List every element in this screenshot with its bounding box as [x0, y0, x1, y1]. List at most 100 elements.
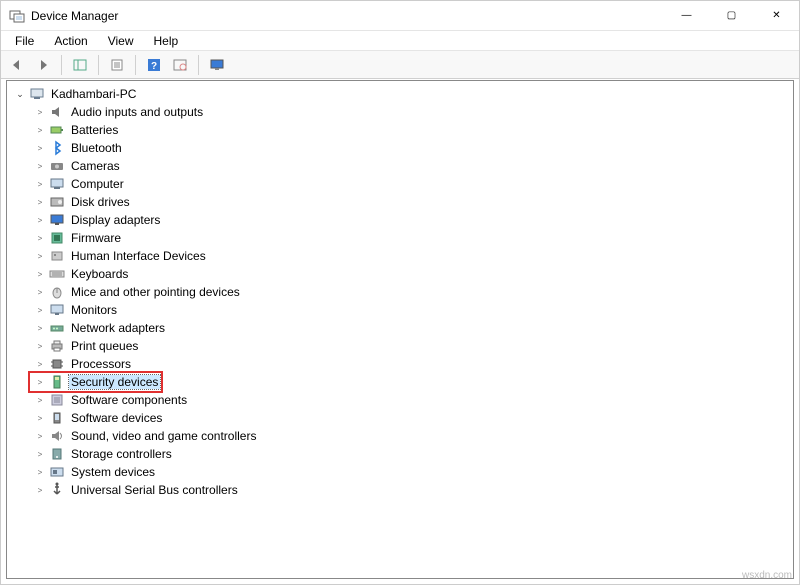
expand-collapse-icon[interactable]: >: [33, 429, 47, 443]
tree-category-node[interactable]: > Mice and other pointing devices: [31, 283, 793, 301]
tree-category-node[interactable]: >Software devices: [31, 409, 793, 427]
device-tree: ⌄ Kadhambari-PC >Audio inputs and output…: [7, 85, 793, 499]
expand-collapse-icon[interactable]: >: [33, 375, 47, 389]
tree-category-label: Software components: [69, 393, 189, 407]
tree-category-node[interactable]: > Human Interface Devices: [31, 247, 793, 265]
tree-category-node[interactable]: > Processors: [31, 355, 793, 373]
tree-category-label: Mice and other pointing devices: [69, 285, 242, 299]
showhide-icon: [72, 58, 88, 72]
minimize-icon: —: [682, 10, 692, 21]
tree-category-node[interactable]: > Print queues: [31, 337, 793, 355]
expand-collapse-icon[interactable]: >: [33, 465, 47, 479]
maximize-button[interactable]: ▢: [709, 1, 754, 30]
tree-category-label: Universal Serial Bus controllers: [69, 483, 240, 497]
tree-category-node[interactable]: >Disk drives: [31, 193, 793, 211]
hid-icon: [49, 248, 65, 264]
expand-collapse-icon[interactable]: >: [33, 357, 47, 371]
tree-category-node[interactable]: > Universal Serial Bus controllers: [31, 481, 793, 499]
computer-root-icon: [29, 86, 45, 102]
toolbar-separator: [198, 55, 199, 75]
software-device-icon: [49, 410, 65, 426]
system-icon: [49, 464, 65, 480]
tree-root-node[interactable]: ⌄ Kadhambari-PC: [11, 85, 793, 103]
tree-category-label: Batteries: [69, 123, 120, 137]
firmware-icon: [49, 230, 65, 246]
forward-icon: [35, 58, 51, 72]
tree-category-node[interactable]: >Keyboards: [31, 265, 793, 283]
tree-category-label: Firmware: [69, 231, 123, 245]
tree-category-label: Human Interface Devices: [69, 249, 208, 263]
minimize-button[interactable]: —: [664, 1, 709, 30]
tree-category-label: Network adapters: [69, 321, 167, 335]
help-icon: ?: [146, 58, 162, 72]
tree-category-node[interactable]: >Monitors: [31, 301, 793, 319]
tree-category-label: Bluetooth: [69, 141, 124, 155]
expand-collapse-icon[interactable]: >: [33, 159, 47, 173]
menu-bar: File Action View Help: [1, 31, 799, 51]
toolbar-forward-button[interactable]: [31, 54, 55, 76]
expand-collapse-icon[interactable]: >: [33, 213, 47, 227]
tree-category-node[interactable]: >Computer: [31, 175, 793, 193]
disk-icon: [49, 194, 65, 210]
tree-category-label: Processors: [69, 357, 133, 371]
tree-category-node[interactable]: > Firmware: [31, 229, 793, 247]
tree-category-label: System devices: [69, 465, 157, 479]
tree-category-node[interactable]: > Software components: [31, 391, 793, 409]
expand-collapse-icon[interactable]: >: [33, 231, 47, 245]
tree-category-node[interactable]: >Security devices: [31, 373, 793, 391]
expand-collapse-icon[interactable]: >: [33, 321, 47, 335]
expand-collapse-icon[interactable]: ⌄: [13, 87, 27, 101]
tree-category-node[interactable]: >Display adapters: [31, 211, 793, 229]
software-component-icon: [49, 392, 65, 408]
expand-collapse-icon[interactable]: >: [33, 447, 47, 461]
toolbar-back-button[interactable]: [5, 54, 29, 76]
monitor-icon: [209, 58, 225, 72]
tree-category-node[interactable]: > Bluetooth: [31, 139, 793, 157]
toolbar-properties-button[interactable]: [105, 54, 129, 76]
title-bar: Device Manager — ▢ ✕: [1, 1, 799, 31]
expand-collapse-icon[interactable]: >: [33, 177, 47, 191]
menu-file[interactable]: File: [7, 32, 42, 50]
tree-category-label: Cameras: [69, 159, 122, 173]
expand-collapse-icon[interactable]: >: [33, 483, 47, 497]
tree-category-node[interactable]: > System devices: [31, 463, 793, 481]
storage-icon: [49, 446, 65, 462]
expand-collapse-icon[interactable]: >: [33, 303, 47, 317]
expand-collapse-icon[interactable]: >: [33, 339, 47, 353]
menu-action[interactable]: Action: [46, 32, 95, 50]
menu-help[interactable]: Help: [146, 32, 187, 50]
toolbar-scan-button[interactable]: [168, 54, 192, 76]
tree-category-node[interactable]: > Cameras: [31, 157, 793, 175]
toolbar-help-button[interactable]: ?: [142, 54, 166, 76]
expand-collapse-icon[interactable]: >: [33, 393, 47, 407]
tree-category-node[interactable]: > Storage controllers: [31, 445, 793, 463]
display-icon: [49, 212, 65, 228]
expand-collapse-icon[interactable]: >: [33, 411, 47, 425]
computer-icon: [49, 176, 65, 192]
properties-icon: [109, 58, 125, 72]
toolbar-monitor-button[interactable]: [205, 54, 229, 76]
close-button[interactable]: ✕: [754, 1, 799, 30]
camera-icon: [49, 158, 65, 174]
expand-collapse-icon[interactable]: >: [33, 249, 47, 263]
tree-category-node[interactable]: >Audio inputs and outputs: [31, 103, 793, 121]
expand-collapse-icon[interactable]: >: [33, 141, 47, 155]
tree-category-node[interactable]: > Network adapters: [31, 319, 793, 337]
expand-collapse-icon[interactable]: >: [33, 285, 47, 299]
tree-category-node[interactable]: >Sound, video and game controllers: [31, 427, 793, 445]
sound-icon: [49, 428, 65, 444]
expand-collapse-icon[interactable]: >: [33, 123, 47, 137]
expand-collapse-icon[interactable]: >: [33, 267, 47, 281]
expand-collapse-icon[interactable]: >: [33, 105, 47, 119]
menu-view[interactable]: View: [100, 32, 142, 50]
toolbar-showhide-button[interactable]: [68, 54, 92, 76]
tree-category-node[interactable]: > Batteries: [31, 121, 793, 139]
expand-collapse-icon[interactable]: >: [33, 195, 47, 209]
back-icon: [9, 58, 25, 72]
device-tree-panel[interactable]: ⌄ Kadhambari-PC >Audio inputs and output…: [6, 80, 794, 579]
window-controls: — ▢ ✕: [664, 1, 799, 30]
printer-icon: [49, 338, 65, 354]
tree-category-label: Storage controllers: [69, 447, 174, 461]
tree-category-label: Print queues: [69, 339, 140, 353]
watermark: wsxdn.com: [742, 570, 792, 581]
